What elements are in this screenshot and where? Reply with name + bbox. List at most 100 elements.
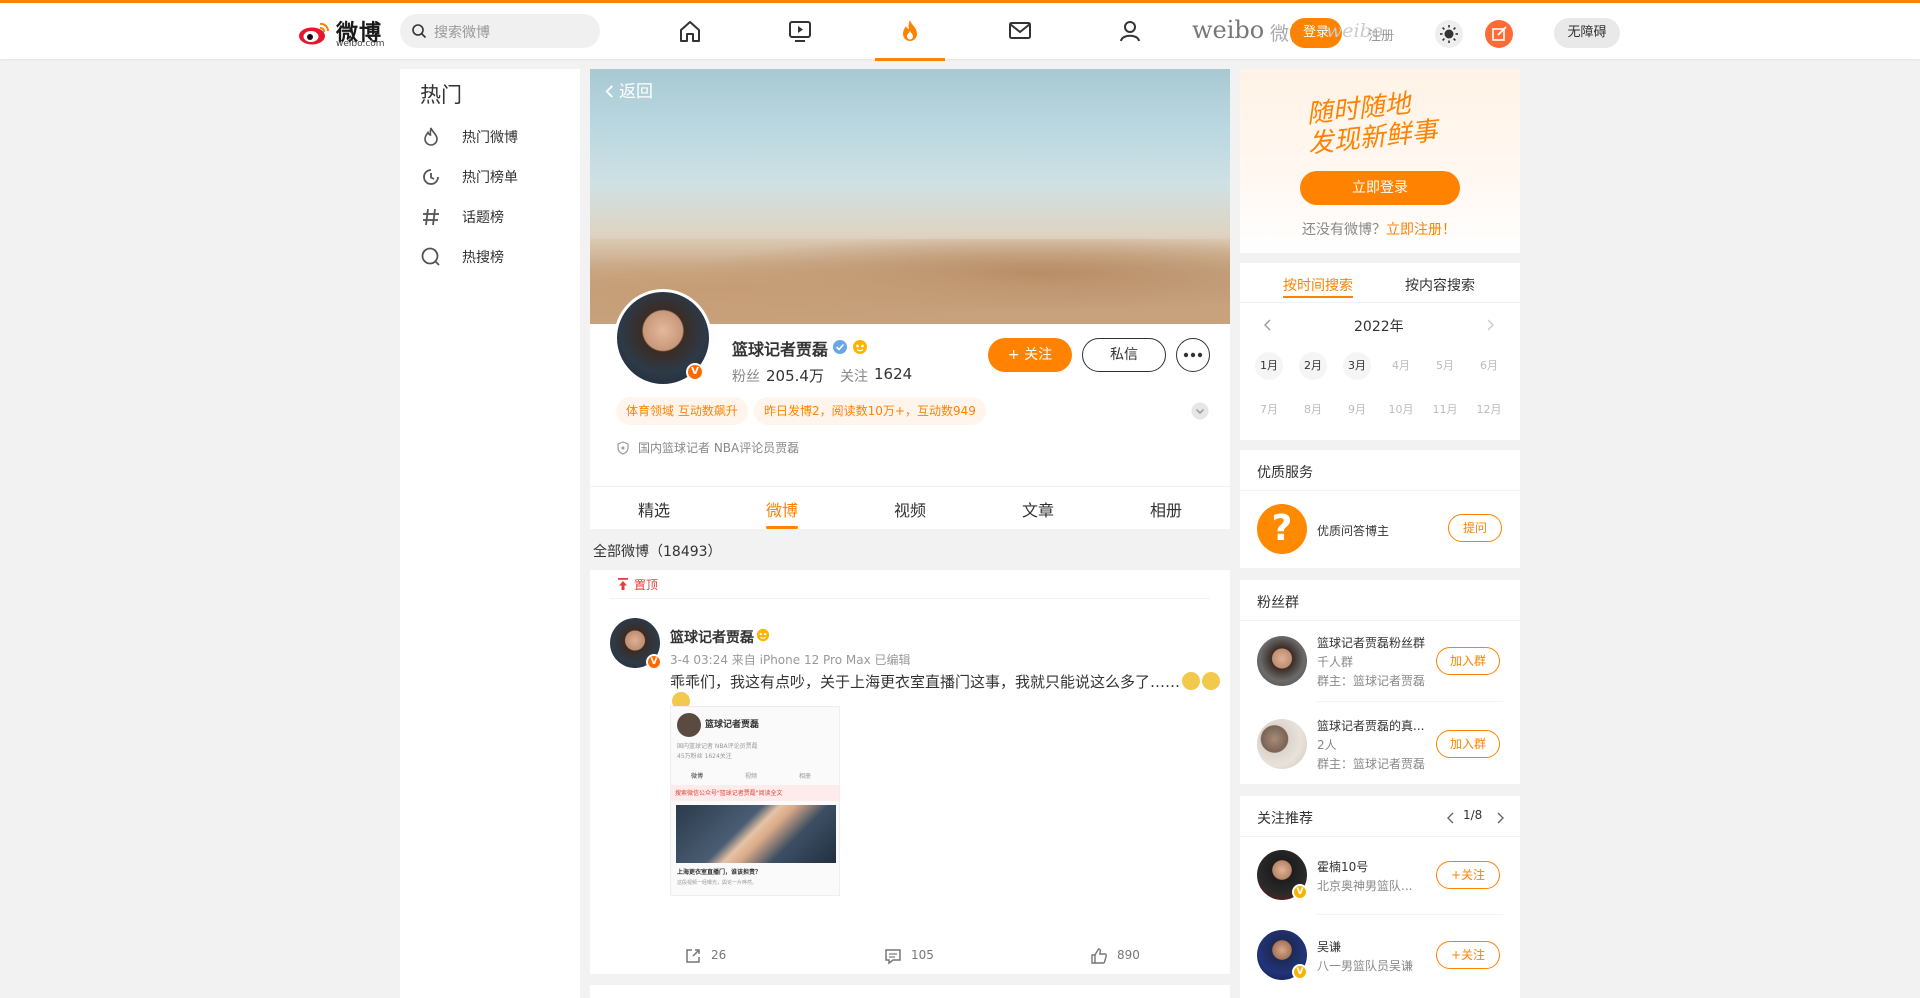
search-icon <box>421 247 440 266</box>
divider <box>1240 490 1520 491</box>
profile-tag[interactable]: 昨日发博2，阅读数10万+，互动数949 <box>754 397 986 425</box>
rec-name[interactable]: 霍楠10号 <box>1317 858 1368 875</box>
tab-video[interactable]: 视频 <box>894 497 926 521</box>
tab-articles[interactable]: 文章 <box>1022 497 1054 521</box>
left-item-hot-posts[interactable]: 热门微博 <box>420 121 570 151</box>
image-tab: 微博 <box>691 773 704 780</box>
month-mar[interactable]: 3月 <box>1343 352 1371 380</box>
weibo-eye-icon <box>299 22 330 45</box>
feed-count: 全部微博（18493） <box>593 544 722 560</box>
post-text-body: 乖乖们，我这有点吵，关于上海更衣室直播门这事，我就只能说这么多了…… <box>670 673 1181 691</box>
rec-follow-button[interactable]: +关注 <box>1436 941 1500 969</box>
next-post-card <box>590 985 1230 998</box>
message-button[interactable]: 私信 <box>1082 338 1166 372</box>
chevron-left-icon[interactable] <box>1262 319 1274 331</box>
image-line: 45万粉丝 1624关注 <box>677 753 732 760</box>
following-label: 关注 <box>840 369 868 385</box>
image-tab: 视频 <box>745 773 758 780</box>
image-caption-title: 上海更衣室直播门，谁该担责？ <box>677 869 762 876</box>
rec-follow-button[interactable]: +关注 <box>1436 861 1500 889</box>
thumbs-up-icon <box>1091 948 1107 964</box>
back-button[interactable]: 返回 <box>604 77 653 102</box>
left-item-hot-ranking[interactable]: 热门榜单 <box>420 161 570 191</box>
emoji-icon <box>1202 672 1221 690</box>
user-icon[interactable] <box>1116 17 1144 45</box>
left-item-hot-search[interactable]: 热搜榜 <box>420 241 570 271</box>
accessibility-button[interactable]: 无障碍 <box>1554 18 1620 48</box>
verified-badge: V <box>1292 964 1308 980</box>
edit-icon <box>1492 26 1507 41</box>
chevron-right-icon[interactable] <box>1494 812 1506 824</box>
card-title: 粉丝群 <box>1257 595 1299 611</box>
theme-toggle-button[interactable] <box>1435 20 1463 48</box>
login-now-button[interactable]: 立即登录 <box>1300 171 1460 205</box>
comment-icon <box>885 949 901 965</box>
register-prompt: 还没有微博？立即注册！ <box>1302 219 1456 239</box>
profile-tag[interactable]: 体育领域 互动数飙升 <box>616 397 748 425</box>
follow-button[interactable]: + 关注 <box>988 338 1072 372</box>
rec-name[interactable]: 吴谦 <box>1317 938 1341 955</box>
emoji-icon <box>1182 672 1201 690</box>
fans-count[interactable]: 205.4万 <box>766 365 824 386</box>
flame-icon <box>424 127 438 146</box>
month-feb[interactable]: 2月 <box>1299 352 1327 380</box>
post-author[interactable]: 篮球记者贾磊 <box>670 627 754 647</box>
tab-album[interactable]: 相册 <box>1150 497 1182 521</box>
hashtag-icon <box>423 208 439 226</box>
more-button[interactable] <box>1176 338 1210 372</box>
join-group-button[interactable]: 加入群 <box>1436 730 1500 758</box>
month-apr: 4月 <box>1392 359 1410 372</box>
tab-featured[interactable]: 精选 <box>638 497 670 521</box>
mail-icon[interactable] <box>1006 17 1034 45</box>
chevron-right-icon[interactable] <box>1484 319 1496 331</box>
join-group-button[interactable]: 加入群 <box>1436 647 1500 675</box>
divider <box>1240 836 1520 837</box>
verified-badge: V <box>646 654 662 670</box>
post-image[interactable]: 篮球记者贾磊 国内篮球记者 NBA评论员贾磊 45万粉丝 1624关注 微博 视… <box>670 706 840 896</box>
left-sidebar-title: 热门 <box>420 83 462 107</box>
left-item-label: 话题榜 <box>462 210 504 226</box>
year-label: 2022年 <box>1354 319 1404 335</box>
group-avatar[interactable] <box>1257 636 1307 686</box>
image-caption-body: 这段视频一经曝光，舆论一片哗然。 <box>677 880 758 886</box>
search-input[interactable]: 搜索微博 <box>400 14 600 48</box>
shield-icon <box>617 441 629 455</box>
divider <box>1240 620 1520 621</box>
register-now-link[interactable]: 立即注册！ <box>1386 222 1456 238</box>
chevron-left-icon[interactable] <box>1445 812 1457 824</box>
following-count[interactable]: 1624 <box>874 365 912 383</box>
tab-active-indicator <box>1283 296 1353 298</box>
tab-search-by-content[interactable]: 按内容搜索 <box>1405 275 1475 295</box>
weibo-logo[interactable]: 微博 weibo.com <box>298 13 388 49</box>
search-placeholder: 搜索微博 <box>434 25 490 41</box>
ask-button[interactable]: 提问 <box>1448 514 1502 542</box>
register-link[interactable]: 注册 <box>1368 25 1394 44</box>
group-size: 2人 <box>1317 738 1337 752</box>
repost-count: 26 <box>711 948 727 962</box>
login-card: 随时随地 发现新鲜事 立即登录 还没有微博？立即注册！ <box>1240 69 1520 253</box>
month-dec: 12月 <box>1476 403 1502 416</box>
hot-flame-icon[interactable] <box>896 17 924 45</box>
search-icon <box>412 24 427 39</box>
chevron-down-icon[interactable] <box>1191 402 1209 420</box>
video-icon[interactable] <box>786 17 814 45</box>
group-avatar[interactable] <box>1257 719 1307 769</box>
fans-label: 粉丝 <box>732 369 760 385</box>
tab-search-by-time[interactable]: 按时间搜索 <box>1283 275 1353 295</box>
chevron-left-icon <box>605 85 613 98</box>
divider <box>1317 914 1503 915</box>
post-meta: 3-4 03:24 来自 iPhone 12 Pro Max 已编辑 <box>670 653 911 667</box>
compose-button[interactable] <box>1485 20 1513 48</box>
service-card: 优质服务 ? 优质问答博主 提问 <box>1240 450 1520 568</box>
group-name[interactable]: 篮球记者贾磊的真... <box>1317 717 1424 734</box>
left-item-label: 热门榜单 <box>462 170 518 186</box>
tab-weibo[interactable]: 微博 <box>766 497 798 521</box>
group-name[interactable]: 篮球记者贾磊粉丝群 <box>1317 634 1425 651</box>
more-dots-icon <box>1183 352 1203 358</box>
month-jan[interactable]: 1月 <box>1255 352 1283 380</box>
left-item-topics[interactable]: 话题榜 <box>420 201 570 231</box>
home-icon[interactable] <box>676 17 704 45</box>
group-owner: 群主：篮球记者贾磊 <box>1317 757 1426 771</box>
member-badge-icon <box>756 628 770 642</box>
question-icon: ? <box>1257 504 1307 554</box>
